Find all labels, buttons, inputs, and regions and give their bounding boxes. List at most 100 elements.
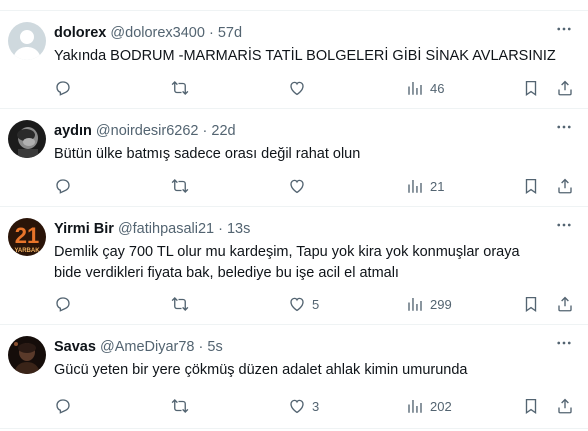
user-handle[interactable]: @noirdesir6262 [96,123,199,139]
more-icon[interactable] [554,333,574,353]
user-handle[interactable]: @fatihpasali21 [118,221,214,237]
like-button[interactable] [288,77,312,99]
profile-photo: 21 YARBAK [8,218,46,256]
profile-photo [8,120,46,158]
like-count: 3 [312,398,320,414]
like-icon [288,177,306,195]
display-name[interactable]: Yirmi Bir [54,221,114,237]
bookmark-icon [522,177,540,195]
timestamp[interactable]: 5s [207,339,222,355]
tweet-item[interactable]: aydın @noirdesir6262 · 22d Bütün ülke ba… [0,109,588,207]
reply-icon [54,397,72,415]
retweet-button[interactable] [171,175,189,197]
more-icon[interactable] [554,19,574,39]
view-count: 202 [430,398,452,414]
separator-dot: · [218,221,223,237]
retweet-button[interactable] [171,395,189,417]
display-name[interactable]: aydın [54,123,92,139]
views-button[interactable]: 46 [406,77,444,99]
retweet-icon [171,79,189,97]
bookmark-icon [522,79,540,97]
separator-dot: · [208,25,214,41]
bookmark-icon [522,295,540,313]
reply-button[interactable] [54,293,72,315]
tweet-item[interactable]: Savas @AmeDiyar78 · 5s Gücü yeten bir ye… [0,325,588,429]
like-icon [288,295,306,313]
reply-icon [54,295,72,313]
tweet-text: Bütün ülke batmış sadece orası değil rah… [54,146,361,162]
bookmark-button[interactable] [522,77,540,99]
reply-button[interactable] [54,77,72,99]
like-button[interactable]: 5 [288,293,319,315]
avatar[interactable] [8,120,46,158]
action-bar: 21 [54,175,574,197]
like-button[interactable]: 3 [288,395,319,417]
display-name[interactable]: Savas [54,339,96,355]
bookmark-button[interactable] [522,175,540,197]
tweet-item[interactable]: dolorex @dolorex3400 · 57d Yakında BODRU… [0,11,588,109]
avatar[interactable]: 21 YARBAK [8,218,46,256]
reply-button[interactable] [54,395,72,417]
separator-dot: · [198,339,204,355]
avatar[interactable] [8,22,46,60]
like-button[interactable] [288,175,312,197]
share-button[interactable] [556,395,574,417]
avatar-caption: YARBAK [14,248,40,254]
tweet-text: Demlik çay 700 TL olur mu kardeşim, Tapu… [54,244,520,281]
views-icon [406,397,424,415]
avatar[interactable] [8,336,46,374]
bookmark-icon [522,397,540,415]
share-icon [556,79,574,97]
action-bar: 46 [54,77,574,99]
views-button[interactable]: 299 [406,293,452,315]
share-button[interactable] [556,77,574,99]
reply-icon [54,177,72,195]
tweet-text: Yakında BODRUM -MARMARİS TATİL BOLGELERİ… [54,48,556,64]
profile-photo [8,336,46,374]
views-button[interactable]: 21 [406,175,444,197]
like-count: 5 [312,296,320,312]
share-button[interactable] [556,293,574,315]
user-handle[interactable]: @AmeDiyar78 [100,339,195,355]
retweet-icon [171,177,189,195]
bookmark-button[interactable] [522,395,540,417]
bookmark-button[interactable] [522,293,540,315]
display-name[interactable]: dolorex [54,25,106,41]
timestamp[interactable]: 13s [227,221,250,237]
action-bar: 5 299 [54,293,574,315]
retweet-icon [171,397,189,415]
view-count: 21 [430,178,445,194]
views-icon [406,177,424,195]
avatar-number: 21 [15,223,39,248]
tweet-header: Savas @AmeDiyar78 · 5s [54,338,223,356]
separator-dot: · [202,123,208,139]
share-button[interactable] [556,175,574,197]
views-icon [406,295,424,313]
reply-feed: dolorex @dolorex3400 · 57d Yakında BODRU… [0,10,588,429]
user-handle[interactable]: @dolorex3400 [110,25,205,41]
more-icon[interactable] [554,215,574,235]
view-count: 299 [430,296,452,312]
tweet-item[interactable]: 21 YARBAK Yirmi Bir @fatihpasali21 · 13s… [0,207,588,325]
more-icon[interactable] [554,117,574,137]
views-button[interactable]: 202 [406,395,452,417]
default-profile-icon [8,22,46,60]
tweet-header: dolorex @dolorex3400 · 57d [54,24,242,42]
share-icon [556,295,574,313]
timestamp[interactable]: 57d [218,25,242,41]
tweet-text: Gücü yeten bir yere çökmüş düzen adalet … [54,362,468,378]
retweet-button[interactable] [171,293,189,315]
reply-button[interactable] [54,175,72,197]
retweet-icon [171,295,189,313]
like-icon [288,397,306,415]
reply-icon [54,79,72,97]
retweet-button[interactable] [171,77,189,99]
tweet-header: aydın @noirdesir6262 · 22d [54,122,236,140]
action-bar: 3 202 [54,395,574,417]
share-icon [556,397,574,415]
tweet-header: Yirmi Bir @fatihpasali21 · 13s [54,220,250,238]
like-icon [288,79,306,97]
views-icon [406,79,424,97]
timestamp[interactable]: 22d [211,123,235,139]
view-count: 46 [430,80,445,96]
